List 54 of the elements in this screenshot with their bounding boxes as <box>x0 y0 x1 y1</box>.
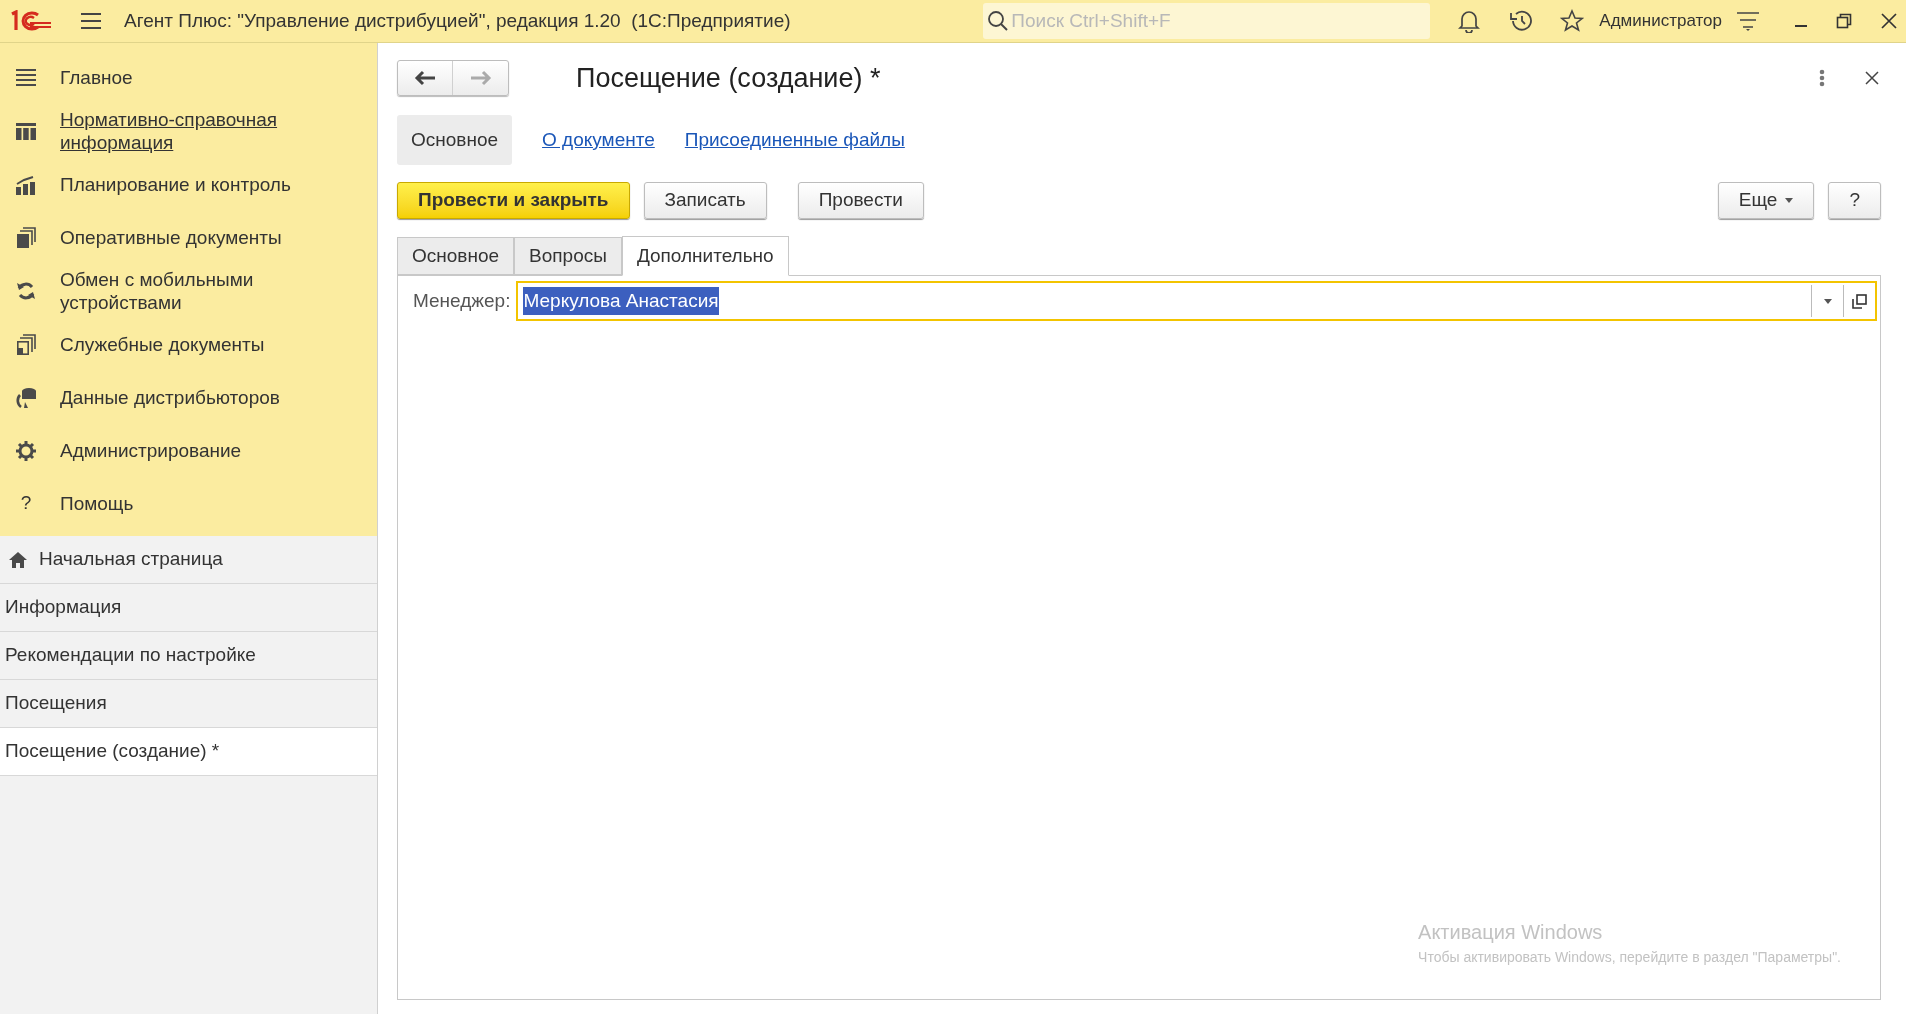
bell-icon[interactable] <box>1458 9 1481 33</box>
action-button[interactable]: Записать <box>643 181 767 219</box>
home-icon <box>8 550 28 569</box>
window-title: Агент Плюс: "Управление дистрибуцией", редакция 1.20 (1С:Предприятие) <box>124 8 791 33</box>
manager-field[interactable]: Меркулова Анастасия <box>516 281 1877 321</box>
form-nav-link[interactable]: О документе <box>542 125 655 155</box>
sidebar-item[interactable]: Служебные документы <box>60 333 265 356</box>
sidebar-item[interactable]: Планирование и контроль <box>60 173 291 196</box>
app-logo-icon <box>8 10 52 32</box>
field-label: Менеджер: <box>413 288 511 313</box>
arrow-left-icon <box>414 70 436 86</box>
more-button[interactable]: Еще <box>1717 181 1815 219</box>
form-tab[interactable]: Вопросы <box>514 237 622 275</box>
arrow-right-icon <box>469 70 492 86</box>
table-icon <box>15 120 37 142</box>
filter-menu-icon[interactable] <box>1736 10 1760 32</box>
post-and-close-button[interactable]: Провести и закрыть <box>397 181 630 219</box>
form-title: Посещение (создание) * <box>576 61 881 95</box>
close-icon[interactable] <box>1880 12 1898 30</box>
sidebar-item[interactable]: Обмен с мобильными устройствами <box>60 268 367 314</box>
list-icon <box>15 66 37 89</box>
help-icon: ? <box>15 489 37 518</box>
activation-title: Активация Windows <box>1418 920 1604 945</box>
refresh-icon <box>15 280 37 302</box>
activation-text: Чтобы активировать Windows, перейдите в раздел "Параметры". <box>1418 948 1841 967</box>
restore-icon[interactable] <box>1836 13 1852 29</box>
menu-icon[interactable] <box>80 12 102 30</box>
documents-icon <box>15 333 37 356</box>
bar-chart-icon <box>15 173 37 196</box>
open-window-icon <box>1852 293 1867 309</box>
action-button[interactable]: Провести <box>797 181 924 219</box>
form-tab[interactable]: Основное <box>397 237 515 275</box>
form-tab[interactable]: Дополнительно <box>621 236 789 276</box>
star-icon[interactable] <box>1560 9 1585 33</box>
sidebar-item[interactable]: Главное <box>60 66 133 89</box>
close-icon[interactable] <box>1865 71 1879 85</box>
form-nav-link[interactable]: Основное <box>397 115 513 165</box>
caret-icon <box>1785 197 1794 203</box>
search-icon <box>987 10 1010 32</box>
open-window-item[interactable]: Посещение (создание) * <box>0 728 377 776</box>
sidebar-item[interactable]: Администрирование <box>60 439 242 462</box>
sidebar-item[interactable]: Оперативные документы <box>60 226 282 249</box>
sidebar-item[interactable]: Данные дистрибьюторов <box>60 386 280 409</box>
more-options-icon[interactable] <box>1819 69 1825 87</box>
documents-icon <box>15 226 37 249</box>
help-button[interactable]: ? <box>1828 181 1881 219</box>
caret-icon <box>1823 298 1832 304</box>
form-nav-link[interactable]: Присоединенные файлы <box>684 125 905 155</box>
user-name[interactable]: Администратор <box>1599 8 1722 34</box>
sidebar-item[interactable]: Помощь <box>60 492 134 515</box>
sidebar-item[interactable]: Нормативно-справочная информация <box>60 108 367 154</box>
database-sync-icon <box>15 386 37 409</box>
history-icon[interactable] <box>1508 9 1535 33</box>
settings-icon <box>15 439 37 462</box>
